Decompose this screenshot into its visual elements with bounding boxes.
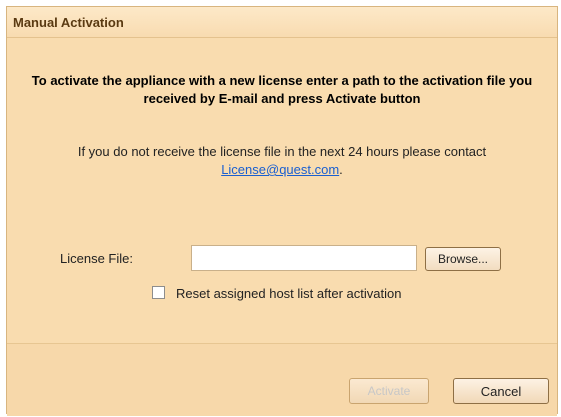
cancel-button[interactable]: Cancel bbox=[453, 378, 549, 404]
dialog-titlebar: Manual Activation bbox=[7, 7, 557, 38]
license-email-link[interactable]: License@quest.com bbox=[221, 162, 339, 177]
note-suffix: . bbox=[339, 162, 343, 177]
browse-button[interactable]: Browse... bbox=[425, 247, 501, 271]
license-file-label: License File: bbox=[60, 251, 133, 266]
license-delivery-note: If you do not receive the license file i… bbox=[37, 143, 527, 179]
activation-instruction: To activate the appliance with a new lic… bbox=[31, 73, 533, 106]
reset-host-list-checkbox[interactable] bbox=[152, 286, 165, 299]
license-file-input[interactable] bbox=[191, 245, 417, 271]
dialog-title: Manual Activation bbox=[13, 15, 124, 30]
reset-host-list-label[interactable]: Reset assigned host list after activatio… bbox=[176, 286, 401, 301]
note-prefix: If you do not receive the license file i… bbox=[77, 144, 487, 159]
manual-activation-dialog: Manual Activation To activate the applia… bbox=[6, 6, 558, 416]
activate-button[interactable]: Activate bbox=[349, 378, 429, 404]
